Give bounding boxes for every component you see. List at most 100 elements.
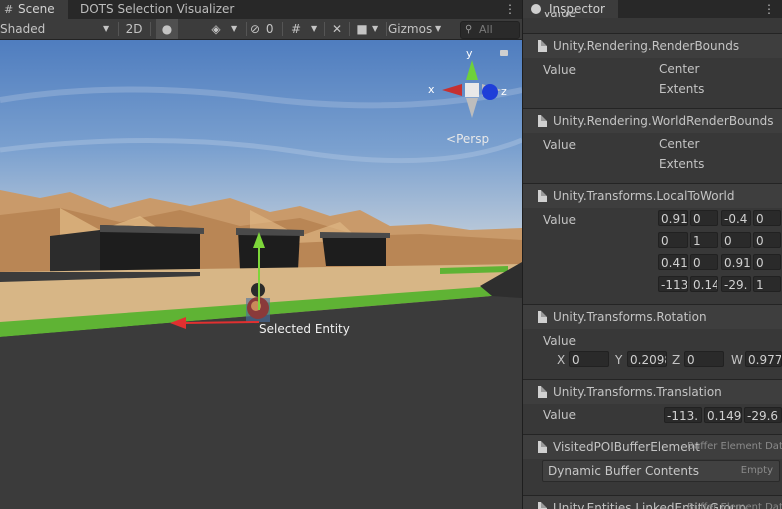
rotation-w-field[interactable]: 0.977 (745, 351, 782, 367)
shading-mode-dropdown[interactable]: Shaded ▼ (0, 19, 114, 39)
gizmo-center-cube[interactable] (465, 83, 479, 97)
grid-snapping-button[interactable]: # (286, 19, 306, 39)
lightbulb-icon: ● (161, 22, 173, 36)
gizmo-label-y: y (466, 47, 473, 60)
component-header[interactable]: Unity.Transforms.Translation (523, 379, 782, 404)
component-visited-poi-buffer: VisitedPOIBufferElement Buffer Element D… (523, 434, 782, 492)
script-icon (538, 502, 547, 509)
matrix-cell[interactable]: 0 (753, 254, 781, 270)
scene-viewport[interactable]: x y z <Persp Selected Entity (0, 40, 522, 509)
translation-y-field[interactable]: 0.149 (704, 407, 742, 423)
matrix-cell[interactable]: 1 (753, 276, 781, 292)
component-header[interactable]: Unity.Transforms.LocalToWorld (523, 183, 782, 208)
gizmo-z-sphere[interactable] (482, 84, 498, 100)
hidden-count: 0 (265, 22, 274, 36)
rotation-y-field[interactable]: 0.2098 (627, 351, 667, 367)
matrix-cell[interactable]: 0.91 (721, 254, 751, 270)
component-header[interactable]: Unity.Rendering.WorldRenderBounds (523, 108, 782, 133)
translation-z-field[interactable]: -29.6 (744, 407, 782, 423)
component-world-render-bounds: Unity.Rendering.WorldRenderBounds Value … (523, 108, 782, 182)
rotation-z-field[interactable]: 0 (684, 351, 724, 367)
center-label[interactable]: Center (659, 62, 699, 76)
component-title: VisitedPOIBufferElement (553, 440, 700, 454)
extents-label[interactable]: Extents (659, 82, 704, 96)
component-linked-entity-group: Unity.Entities.LinkedEntityGroup Buffer … (523, 495, 782, 509)
extents-label[interactable]: Extents (659, 157, 704, 171)
gizmos-dropdown[interactable]: Gizmos ▼ (388, 19, 450, 39)
info-icon (531, 4, 541, 14)
toggle-2d-label: 2D (125, 22, 143, 36)
tunnel-structure (238, 230, 300, 270)
lighting-toggle-button[interactable]: ● (156, 19, 178, 39)
tunnel-roof (320, 232, 390, 238)
script-icon (538, 40, 547, 52)
projection-toggle[interactable]: <Persp (446, 132, 489, 146)
matrix-cell[interactable]: 0 (658, 232, 688, 248)
matrix-cell[interactable]: 0 (721, 232, 751, 248)
tools-button[interactable]: ✕ (327, 19, 347, 39)
gizmo-label-z: z (501, 85, 507, 98)
toolbar-divider (386, 22, 387, 36)
gizmo-x-cone[interactable] (442, 84, 462, 96)
value-label: Value (543, 213, 576, 227)
matrix-cell[interactable]: -29. (721, 276, 751, 292)
layers-icon: ◈ (211, 22, 221, 36)
matrix-cell[interactable]: 0 (690, 210, 718, 226)
rotation-z-label[interactable]: Z (672, 353, 680, 367)
component-header[interactable]: Unity.Transforms.Rotation (523, 304, 782, 329)
toggle-2d-button[interactable]: 2D (122, 19, 146, 39)
matrix-cell[interactable]: 0 (690, 254, 718, 270)
scene-tab-bar: # Scene DOTS Selection Visualizer ⋮ (0, 0, 522, 19)
cut-off-value-label: Value (543, 12, 576, 20)
matrix-cell[interactable]: 0 (753, 210, 781, 226)
value-label: Value (543, 408, 576, 422)
scene-toolbar: Shaded ▼ 2D ● ◈ ▼ ⊘ 0 # ▼ ✕ ■ ▼ Gizmos ▼… (0, 19, 522, 40)
grid-dropdown[interactable]: ▼ (311, 19, 323, 39)
component-header[interactable]: VisitedPOIBufferElement Buffer Element D… (523, 434, 782, 459)
camera-settings-button[interactable]: ■ (353, 19, 371, 39)
script-icon (538, 311, 547, 323)
camera-icon: ■ (356, 22, 368, 36)
center-label[interactable]: Center (659, 137, 699, 151)
effects-dropdown[interactable]: ▼ (231, 19, 243, 39)
scene-visibility-button[interactable]: ⊘ 0 (250, 19, 280, 39)
lock-icon[interactable] (500, 50, 508, 56)
tab-menu-icon[interactable]: ⋮ (503, 0, 517, 19)
component-translation: Unity.Transforms.Translation Value -113.… (523, 379, 782, 433)
search-icon: ⚲ (465, 24, 473, 35)
matrix-cell[interactable]: 0.41 (658, 254, 688, 270)
value-label: Value (543, 334, 576, 348)
tab-menu-icon[interactable]: ⋮ (763, 0, 775, 18)
component-header[interactable]: Unity.Rendering.RenderBounds (523, 33, 782, 58)
matrix-cell[interactable]: -0.4 (721, 210, 751, 226)
buffer-tag: Buffer Element Data (687, 502, 782, 509)
tab-scene[interactable]: # Scene (0, 0, 68, 19)
value-label: Value (543, 63, 576, 77)
component-rotation: Unity.Transforms.Rotation Value X 0 Y 0.… (523, 304, 782, 374)
tab-scene-label: Scene (18, 2, 55, 16)
search-field[interactable]: ⚲ All (460, 21, 520, 39)
crossed-tools-icon: ✕ (331, 22, 343, 36)
gizmo-x-axis[interactable] (183, 321, 260, 324)
component-header[interactable]: Unity.Entities.LinkedEntityGroup Buffer … (523, 495, 782, 509)
rotation-x-field[interactable]: 0 (569, 351, 609, 367)
component-title: Unity.Transforms.Rotation (553, 310, 707, 324)
dynamic-buffer-box[interactable]: Dynamic Buffer Contents Empty (542, 460, 780, 482)
gizmo-neg-y-cone[interactable] (466, 98, 478, 118)
camera-dropdown[interactable]: ▼ (372, 19, 384, 39)
translation-x-field[interactable]: -113. (664, 407, 702, 423)
matrix-cell[interactable]: 0 (753, 232, 781, 248)
component-title: Unity.Rendering.WorldRenderBounds (553, 114, 774, 128)
audio-fx-toggle-button[interactable]: ◈ (205, 19, 227, 39)
selected-entity-label: Selected Entity (259, 322, 350, 336)
matrix-cell[interactable]: -113 (658, 276, 688, 292)
gizmo-y-cone[interactable] (466, 60, 478, 80)
rotation-y-label[interactable]: Y (615, 353, 622, 367)
matrix-cell[interactable]: 0.14 (690, 276, 718, 292)
tab-dots-selection-visualizer[interactable]: DOTS Selection Visualizer (68, 0, 250, 19)
buffer-tag: Buffer Element Data (687, 441, 782, 452)
rotation-x-label[interactable]: X (557, 353, 565, 367)
matrix-cell[interactable]: 1 (690, 232, 718, 248)
rotation-w-label[interactable]: W (731, 353, 743, 367)
matrix-cell[interactable]: 0.91 (658, 210, 688, 226)
